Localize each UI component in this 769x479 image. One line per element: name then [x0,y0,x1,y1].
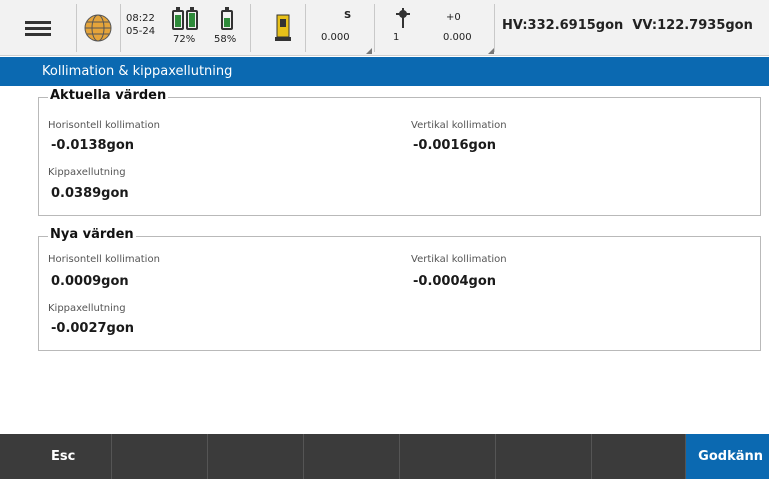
battery-icon [221,7,233,30]
esc-button[interactable]: Esc [0,434,112,479]
battery2-percent: 58% [214,34,237,45]
page-title: Kollimation & kippaxellutning [0,57,769,86]
prism-target-icon[interactable] [393,0,413,56]
horizontal-collimation-value: -0.0138gon [51,138,135,153]
globe-icon[interactable] [78,0,118,56]
tilt-axis-value: -0.0027gon [51,321,135,336]
offset-value: 0.000 [443,32,472,43]
corner-indicator [366,48,372,54]
battery1-percent: 72% [173,34,196,45]
horizontal-collimation-value: 0.0009gon [51,274,129,289]
status-bar: 08:22 05-24 72% 58% S 0.000 1 +0 0.000 H… [0,0,769,56]
vv-readout: VV:122.7935gon [632,18,753,33]
horizontal-collimation-label: Horisontell kollimation [48,120,160,131]
vertical-collimation-value: -0.0016gon [413,138,497,153]
softkey-empty[interactable] [400,434,496,479]
softkey-empty[interactable] [208,434,304,479]
current-values-heading: Aktuella värden [48,88,169,103]
tilt-axis-value: 0.0389gon [51,186,129,201]
hv-readout: HV:332.6915gon [502,18,624,33]
battery-icon [186,7,198,30]
new-values-heading: Nya värden [48,227,136,242]
new-values-group: Nya värden Horisontell kollimation 0.000… [38,227,761,351]
softkey-empty[interactable] [592,434,686,479]
offset-label: +0 [446,12,461,23]
s-value: 0.000 [321,32,350,43]
vertical-collimation-value: -0.0004gon [413,274,497,289]
target-number: 1 [393,32,400,43]
status-separator [250,4,251,52]
softkey-empty[interactable] [304,434,400,479]
status-separator [494,4,495,52]
status-separator [305,4,306,52]
date-text: 05-24 [126,26,156,37]
hamburger-menu-icon[interactable] [0,0,76,56]
status-separator [120,4,121,52]
horizontal-collimation-label: Horisontell kollimation [48,254,160,265]
vertical-collimation-label: Vertikal kollimation [411,254,507,265]
status-separator [76,4,77,52]
current-values-group: Aktuella värden Horisontell kollimation … [38,88,761,216]
total-station-icon[interactable] [270,0,296,56]
softkey-bar: Esc Godkänn [0,434,769,479]
accept-button[interactable]: Godkänn [686,434,769,479]
softkey-empty[interactable] [112,434,208,479]
battery-icon [172,7,184,30]
tilt-axis-label: Kippaxellutning [48,303,126,314]
tilt-axis-label: Kippaxellutning [48,167,126,178]
angle-readout[interactable]: HV:332.6915gon VV:122.7935gon [502,18,753,33]
s-mode-label: S [344,10,352,21]
clock: 08:22 05-24 [126,12,155,38]
status-separator [374,4,375,52]
softkey-empty[interactable] [496,434,592,479]
vertical-collimation-label: Vertikal kollimation [411,120,507,131]
time-text: 08:22 [126,13,155,24]
